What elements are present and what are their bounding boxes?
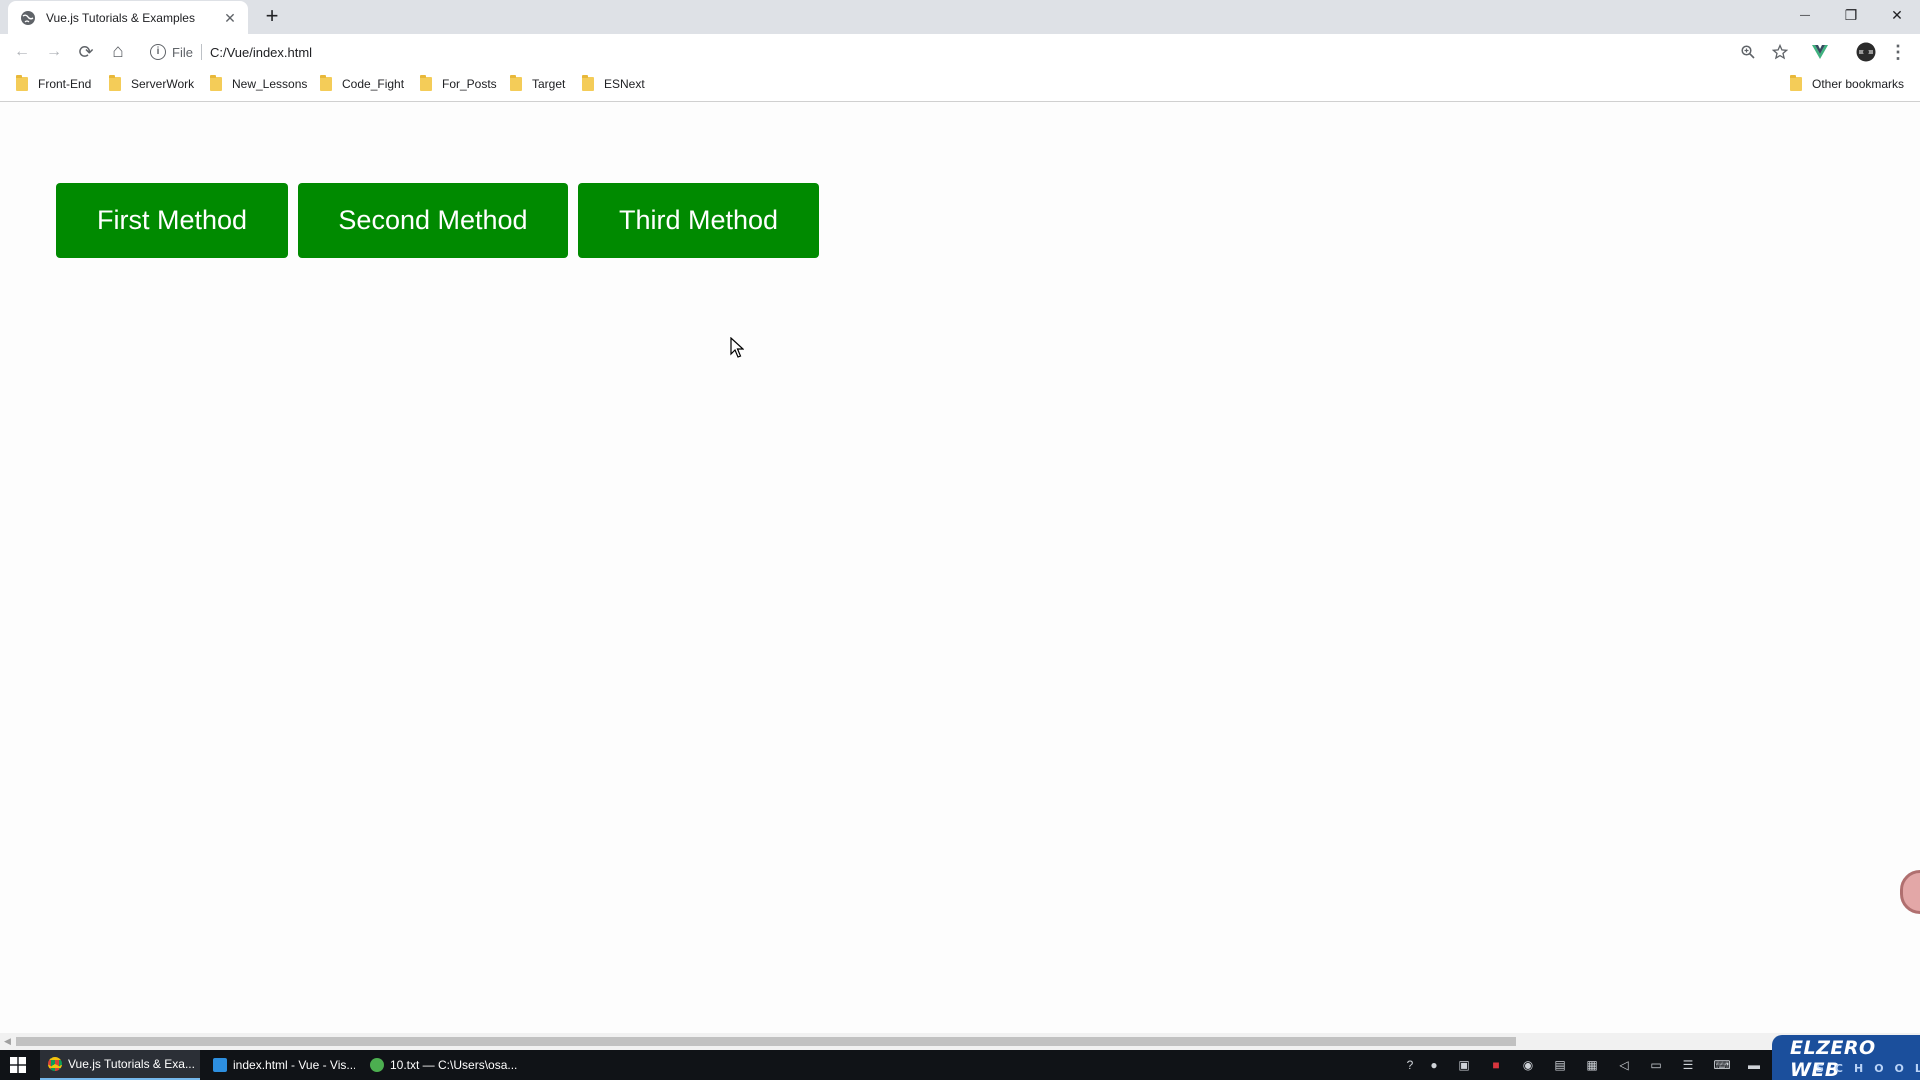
bookmark-label: New_Lessons xyxy=(232,77,308,91)
bookmark-folder[interactable]: Target xyxy=(510,75,566,91)
vscode-icon xyxy=(213,1058,227,1072)
editor-icon xyxy=(370,1058,384,1072)
forward-button[interactable]: → xyxy=(40,38,68,66)
reload-button[interactable]: ⟳ xyxy=(72,38,100,66)
third-method-button[interactable]: Third Method xyxy=(578,183,819,258)
taskbar-item-vscode[interactable]: index.html - Vue - Vis... xyxy=(205,1050,355,1080)
profile-icon xyxy=(1856,42,1876,62)
tab-close-icon[interactable]: ✕ xyxy=(222,10,238,26)
back-arrow-icon: ← xyxy=(14,43,30,60)
folder-icon xyxy=(109,75,121,91)
bookmark-star-button[interactable] xyxy=(1766,38,1794,66)
close-icon: ✕ xyxy=(1891,6,1903,23)
home-icon: ⌂ xyxy=(112,41,124,62)
other-bookmarks-folder[interactable]: Other bookmarks xyxy=(1790,75,1905,91)
taskbar-item-chrome[interactable]: Vue.js Tutorials & Exa... xyxy=(40,1050,200,1080)
security-tray-icon[interactable]: ▣ xyxy=(1452,1050,1476,1080)
bookmark-label: For_Posts xyxy=(442,77,497,91)
address-separator xyxy=(200,44,202,60)
address-bar[interactable]: i File C:/Vue/index.html xyxy=(140,38,1770,66)
zoom-icon xyxy=(1741,45,1755,59)
bookmark-folder[interactable]: Front-End xyxy=(16,75,92,91)
bookmark-label: Code_Fight xyxy=(342,77,405,91)
volume-tray-icon[interactable]: ◁ xyxy=(1612,1050,1636,1080)
tab-title: Vue.js Tutorials & Examples xyxy=(46,10,195,25)
bookmark-label: Front-End xyxy=(38,77,92,91)
browser-toolbar: ← → ⟳ ⌂ i File C:/Vue/index.html ⋮ xyxy=(0,34,1920,70)
keyboard-tray-icon[interactable]: ⌨ xyxy=(1710,1050,1734,1080)
forward-arrow-icon: → xyxy=(46,43,62,60)
back-button[interactable]: ← xyxy=(8,38,36,66)
bookmark-folder[interactable]: Code_Fight xyxy=(320,75,405,91)
new-tab-button[interactable]: + xyxy=(260,5,284,29)
screen: Vue.js Tutorials & Examples ✕ + — ❐ ✕ ← … xyxy=(0,0,1920,1080)
reload-icon: ⟳ xyxy=(78,41,94,62)
bluetooth-tray-icon[interactable]: ▦ xyxy=(1580,1050,1604,1080)
folder-icon xyxy=(582,75,594,91)
logo-sub-text: SCHOOL xyxy=(1816,1062,1920,1075)
address-url[interactable]: C:/Vue/index.html xyxy=(210,45,312,60)
folder-icon xyxy=(320,75,332,91)
chrome-icon xyxy=(48,1057,62,1071)
tab-strip: Vue.js Tutorials & Examples ✕ + — ❐ ✕ xyxy=(0,0,1920,34)
scroll-left-icon[interactable]: ◀ xyxy=(4,1036,11,1047)
antivirus-tray-icon[interactable]: ■ xyxy=(1484,1050,1508,1080)
bookmark-folder[interactable]: ServerWork xyxy=(109,75,195,91)
notifications-tray-icon[interactable]: ☰ xyxy=(1676,1050,1700,1080)
page-content: First Method Second Method Third Method xyxy=(0,103,1920,1033)
bookmark-label: ESNext xyxy=(604,77,645,91)
other-bookmarks-label: Other bookmarks xyxy=(1812,77,1905,91)
mouse-cursor-icon xyxy=(730,337,744,358)
steam-tray-icon[interactable]: ◉ xyxy=(1516,1050,1540,1080)
bookmarks-bar: Front-End ServerWork New_Lessons Code_Fi… xyxy=(0,70,1920,102)
taskbar-item-notepad[interactable]: 10.txt — C:\Users\osa... xyxy=(362,1050,522,1080)
second-method-button[interactable]: Second Method xyxy=(298,183,568,258)
taskbar-item-label: Vue.js Tutorials & Exa... xyxy=(68,1057,195,1071)
menu-icon: ⋮ xyxy=(1889,41,1907,62)
globe-icon xyxy=(21,10,35,25)
menu-button[interactable]: ⋮ xyxy=(1884,38,1912,66)
home-button[interactable]: ⌂ xyxy=(104,38,132,66)
taskbar: Vue.js Tutorials & Exa... index.html - V… xyxy=(0,1050,1920,1080)
star-icon xyxy=(1772,44,1788,60)
taskbar-item-label: index.html - Vue - Vis... xyxy=(233,1058,355,1072)
folder-icon xyxy=(1790,75,1802,91)
network-tray-icon[interactable]: ▭ xyxy=(1644,1050,1668,1080)
bookmark-folder[interactable]: New_Lessons xyxy=(210,75,308,91)
bookmark-label: Target xyxy=(532,77,566,91)
info-icon[interactable]: i xyxy=(150,44,166,60)
display-tray-icon[interactable]: ▬ xyxy=(1742,1050,1766,1080)
taskbar-item-label: 10.txt — C:\Users\osa... xyxy=(390,1058,518,1072)
microphone-tray-icon[interactable]: ● xyxy=(1422,1050,1446,1080)
bookmark-folder[interactable]: ESNext xyxy=(582,75,645,91)
bookmark-label: ServerWork xyxy=(131,77,195,91)
vue-devtools-button[interactable] xyxy=(1806,38,1834,66)
minimize-icon: — xyxy=(1800,9,1810,21)
address-scheme: File xyxy=(172,44,193,60)
restore-button[interactable]: ❐ xyxy=(1828,0,1874,30)
folder-icon xyxy=(16,75,28,91)
restore-icon: ❐ xyxy=(1844,6,1858,23)
zoom-button[interactable] xyxy=(1734,38,1762,66)
minimize-button[interactable]: — xyxy=(1782,0,1828,30)
close-window-button[interactable]: ✕ xyxy=(1874,0,1920,30)
profile-button[interactable] xyxy=(1852,38,1880,66)
start-button[interactable] xyxy=(0,1050,36,1080)
browser-tab[interactable]: Vue.js Tutorials & Examples ✕ xyxy=(8,1,248,34)
first-method-button[interactable]: First Method xyxy=(56,183,288,258)
elzero-logo: ELZERO WEB SCHOOL xyxy=(1772,1035,1920,1080)
horizontal-scrollbar[interactable]: ◀ xyxy=(0,1033,1920,1050)
folder-icon xyxy=(510,75,522,91)
help-tray-icon[interactable]: ? xyxy=(1398,1050,1422,1080)
vue-devtools-icon xyxy=(1812,45,1828,59)
windows-icon xyxy=(10,1057,26,1073)
folder-icon xyxy=(420,75,432,91)
bookmark-folder[interactable]: For_Posts xyxy=(420,75,497,91)
folder-icon xyxy=(210,75,222,91)
app-tray-icon[interactable]: ▤ xyxy=(1548,1050,1572,1080)
scrollbar-thumb[interactable] xyxy=(16,1037,1516,1046)
